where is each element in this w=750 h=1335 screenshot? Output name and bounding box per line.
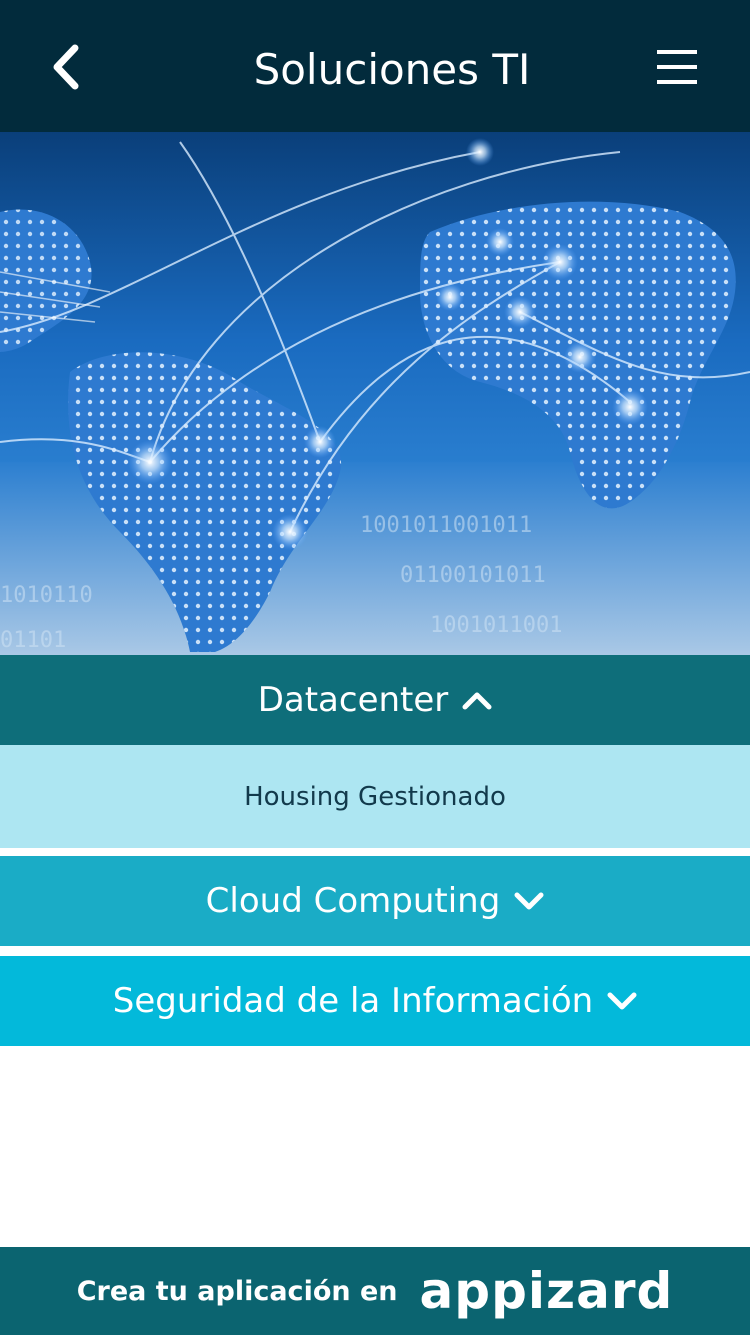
svg-text:1010110: 1010110 [0, 583, 93, 608]
app-screen: Soluciones TI 1001011001011 01100101011 … [0, 0, 750, 1335]
footer-text: Crea tu aplicación en [76, 1275, 398, 1307]
section-datacenter-item-housing[interactable]: Housing Gestionado [0, 745, 750, 848]
svg-text:1001011001011: 1001011001011 [360, 513, 532, 538]
svg-text:01100101011: 01100101011 [400, 563, 546, 588]
menu-button[interactable] [642, 34, 712, 104]
world-map-network-image: 1001011001011 01100101011 1001011001 101… [0, 138, 750, 655]
section-seguridad-header[interactable]: Seguridad de la Información [0, 956, 750, 1046]
top-app-bar: Soluciones TI [0, 0, 750, 132]
chevron-left-icon [45, 42, 85, 96]
svg-text:1001011001: 1001011001 [430, 613, 562, 638]
section-cloud-computing-header[interactable]: Cloud Computing [0, 856, 750, 946]
hero-image: 1001011001011 01100101011 1001011001 101… [0, 132, 750, 655]
section-datacenter-label: Datacenter [257, 680, 449, 720]
chevron-up-icon [462, 690, 492, 710]
hamburger-menu-icon [655, 47, 699, 91]
appizard-logo: appizard [419, 1262, 674, 1320]
footer-banner[interactable]: Crea tu aplicación en appizard [0, 1247, 750, 1335]
chevron-down-icon [607, 991, 637, 1011]
section-seguridad-label: Seguridad de la Información [112, 981, 594, 1021]
section-item-label: Housing Gestionado [244, 781, 506, 812]
svg-text:01101: 01101 [0, 628, 66, 653]
section-datacenter-header[interactable]: Datacenter [0, 655, 750, 745]
chevron-down-icon [514, 891, 544, 911]
back-button[interactable] [30, 34, 100, 104]
page-title: Soluciones TI [253, 45, 531, 94]
section-cloud-computing-label: Cloud Computing [205, 881, 501, 921]
